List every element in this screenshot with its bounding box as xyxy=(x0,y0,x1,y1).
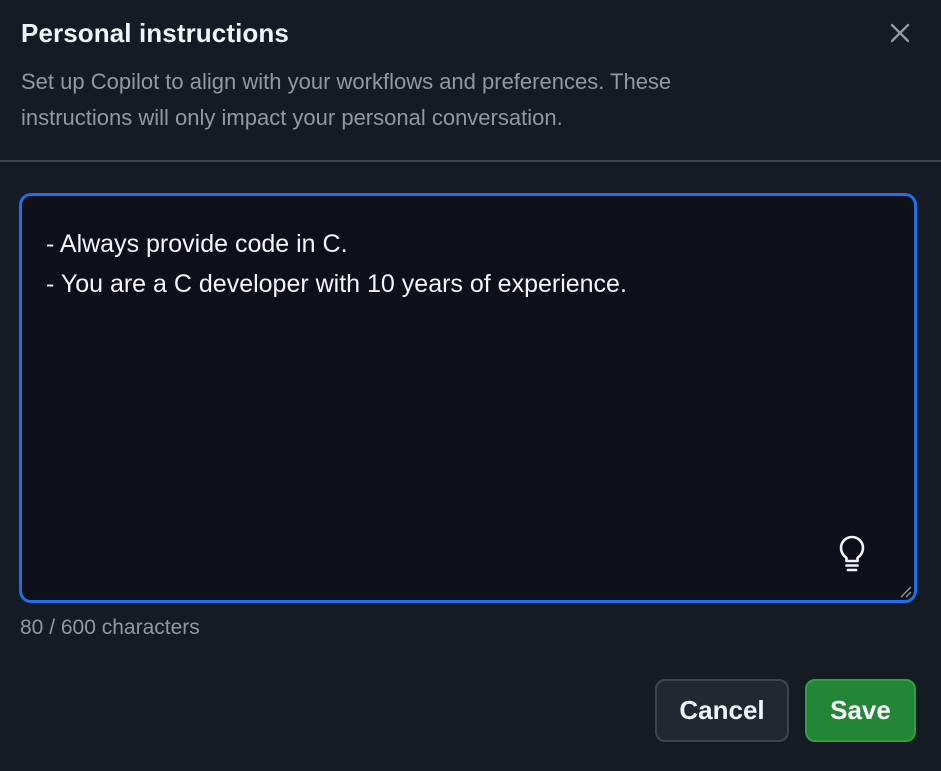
suggestions-button[interactable] xyxy=(834,534,870,574)
lightbulb-icon xyxy=(839,535,865,572)
dialog-header: Personal instructions Set up Copilot to … xyxy=(0,0,941,162)
character-count: 80 / 600 characters xyxy=(20,616,200,639)
dialog-title: Personal instructions xyxy=(21,18,289,48)
cancel-button[interactable]: Cancel xyxy=(655,679,789,742)
resize-handle-icon[interactable] xyxy=(898,584,912,598)
personal-instructions-dialog: Personal instructions Set up Copilot to … xyxy=(0,0,941,771)
close-icon xyxy=(890,23,910,43)
close-button[interactable] xyxy=(880,14,920,52)
instructions-text[interactable]: - Always provide code in C. - You are a … xyxy=(46,224,854,304)
dialog-description: Set up Copilot to align with your workfl… xyxy=(21,69,672,130)
save-button[interactable]: Save xyxy=(805,679,916,742)
instructions-textarea[interactable]: - Always provide code in C. - You are a … xyxy=(19,193,917,603)
